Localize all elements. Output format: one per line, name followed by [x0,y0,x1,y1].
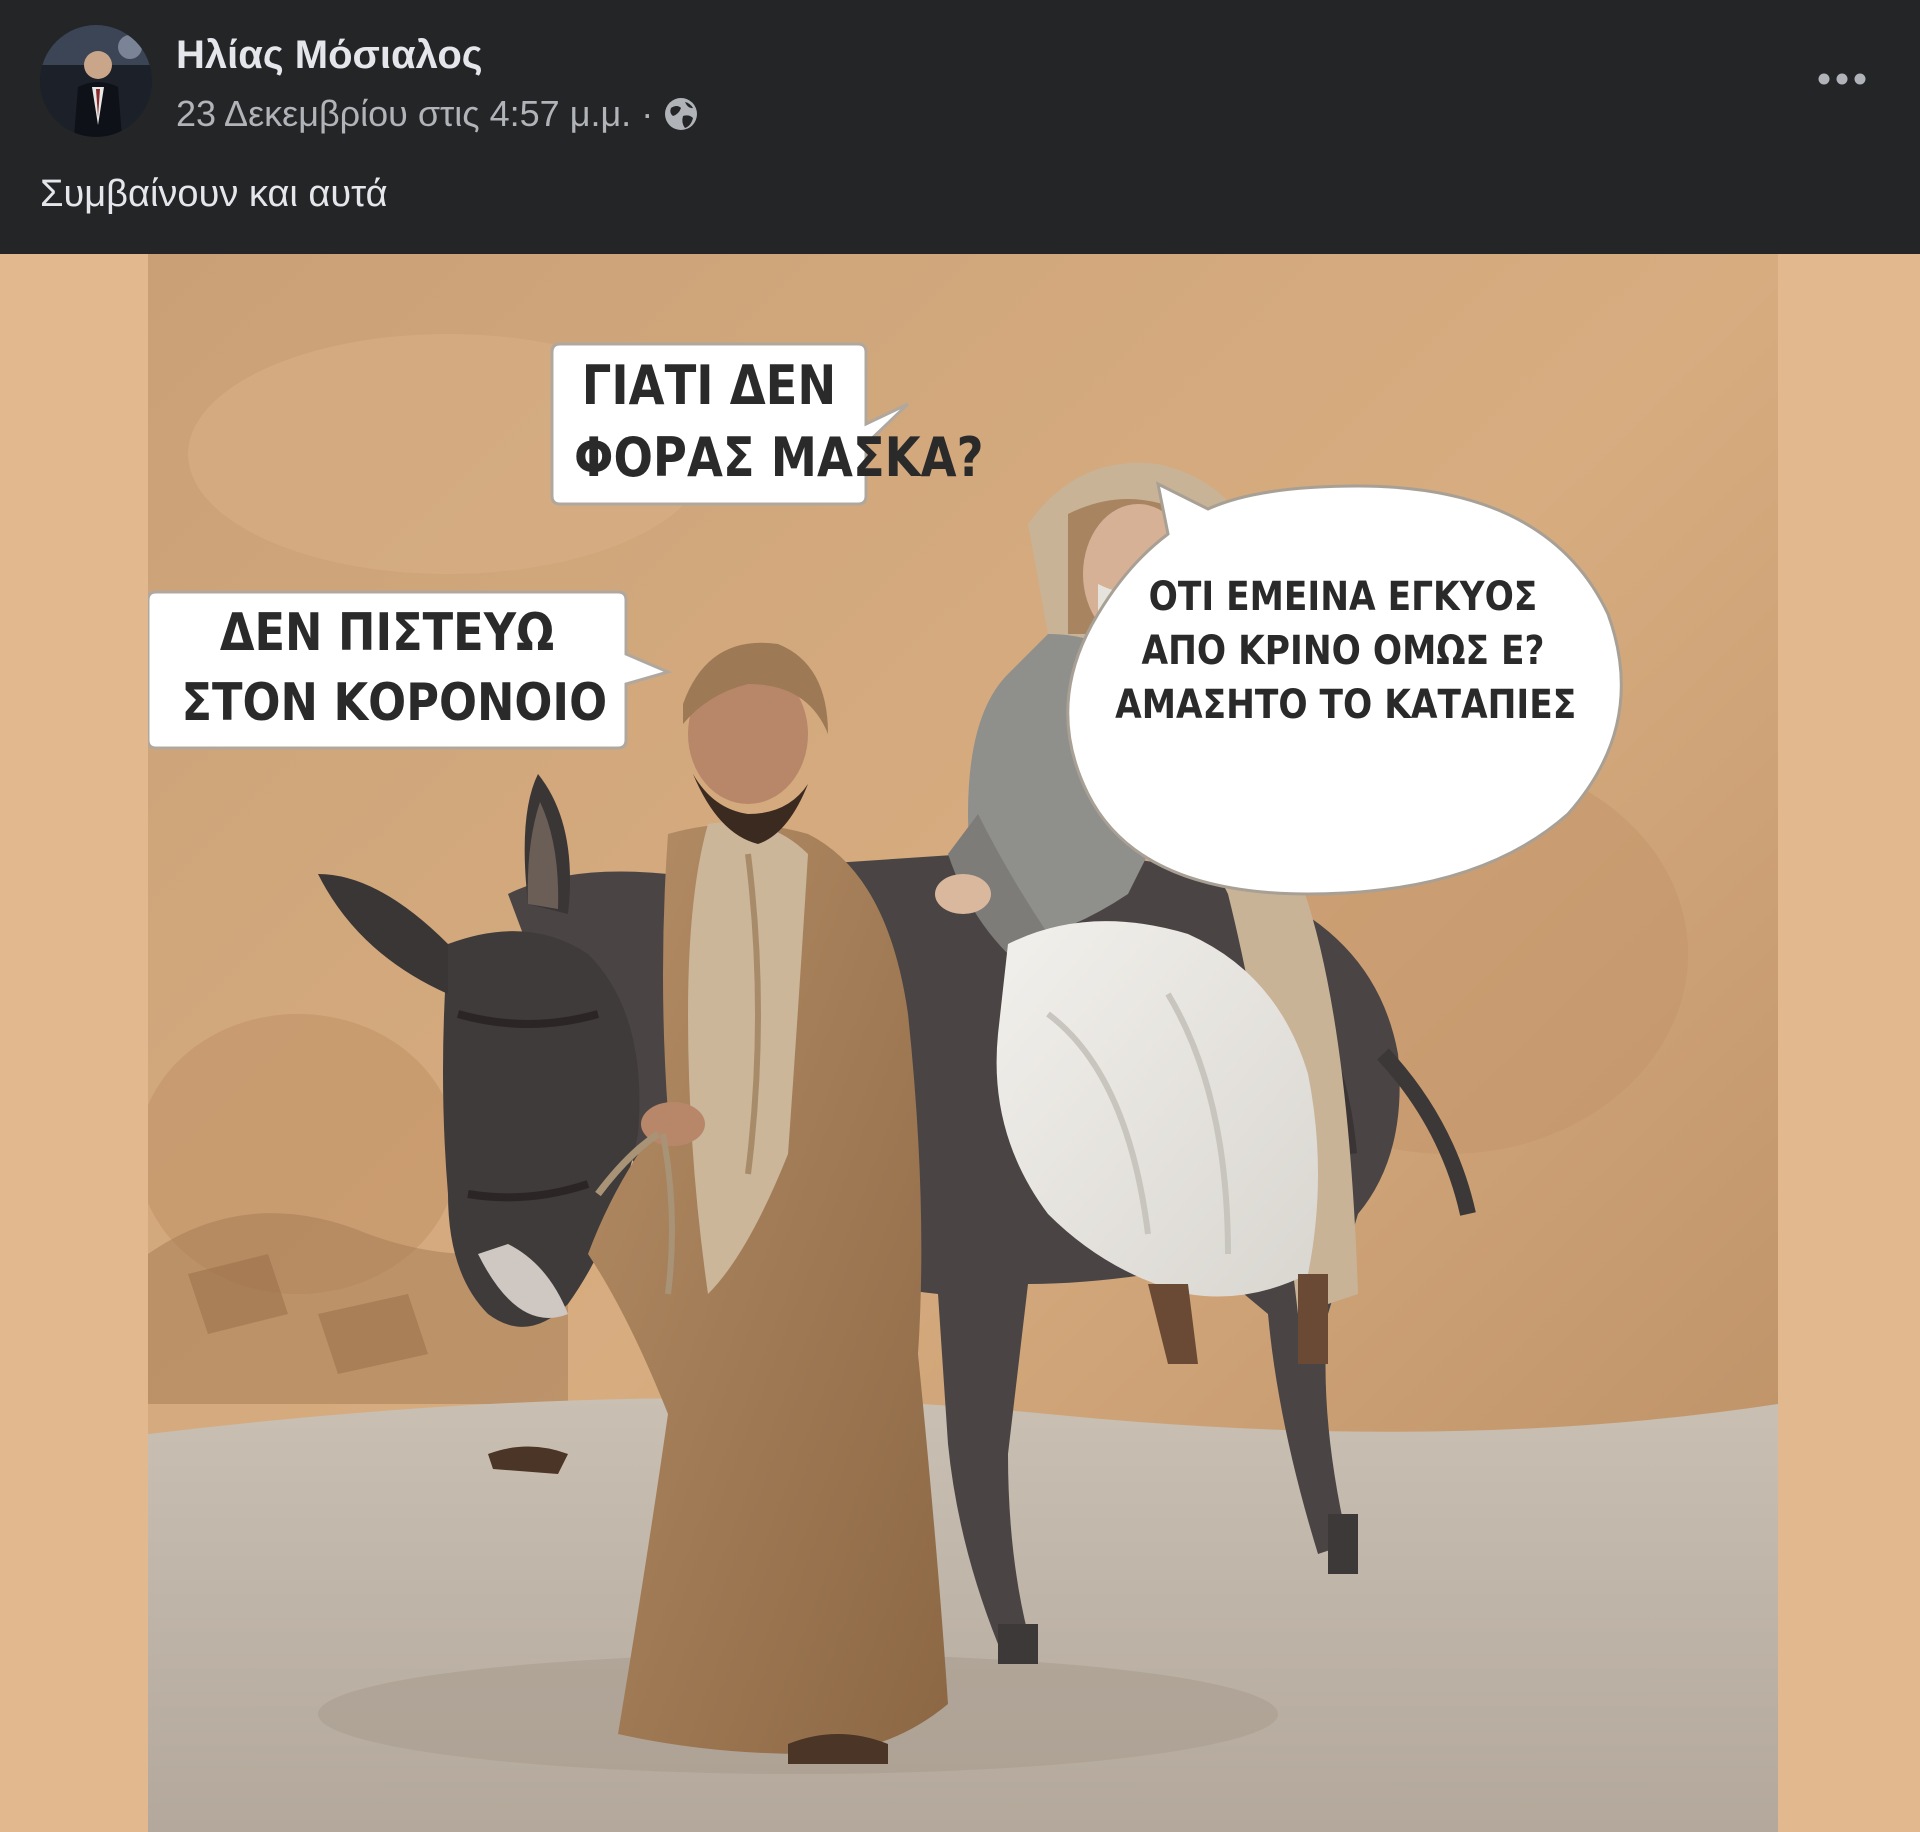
post-timestamp[interactable]: 23 Δεκεμβρίου στις 4:57 μ.μ. [176,93,631,135]
bubble-top-line-2: ΦΟΡΑΣ ΜΑΣΚΑ? [573,426,984,489]
more-options-icon [1818,73,1866,85]
meme-image[interactable]: ΓΙΑΤΙ ΔΕΝ ΦΟΡΑΣ ΜΑΣΚΑ? ΔΕΝ ΠΙΣΤΕΥΩ ΣΤΟΝ … [148,254,1778,1832]
meme-illustration [148,254,1778,1832]
bubble-left-line-1: ΔΕΝ ΠΙΣΤΕΥΩ [219,603,555,663]
bubble-right-line-1: ΟΤΙ ΕΜΕΙΝΑ ΕΓΚΥΟΣ [1148,574,1538,620]
meta-separator: · [641,93,654,134]
post-text: Συμβαίνουν και αυτά [40,173,388,215]
speech-bubble-top: ΓΙΑΤΙ ΔΕΝ ΦΟΡΑΣ ΜΑΣΚΑ? [573,350,984,494]
bubble-right-line-2: ΑΠΟ ΚΡΙΝΟ ΟΜΩΣ Ε? [1141,628,1545,674]
bubble-top-line-1: ΓΙΑΤΙ ΔΕΝ [581,354,837,417]
speech-bubble-right: ΟΤΙ ΕΜΕΙΝΑ ΕΓΚΥΟΣ ΑΠΟ ΚΡΙΝΟ ΟΜΩΣ Ε? ΑΜΑΣ… [1115,570,1577,732]
bubble-right-line-3: ΑΜΑΣΗΤΟ ΤΟ ΚΑΤΑΠΙΕΣ [1115,682,1577,728]
globe-icon[interactable] [663,96,699,132]
speech-bubble-left: ΔΕΝ ΠΙΣΤΕΥΩ ΣΤΟΝ ΚΟΡΟΝΟΙΟ [181,598,608,738]
bubble-left-line-2: ΣΤΟΝ ΚΟΡΟΝΟΙΟ [181,673,608,733]
more-options-button[interactable] [1804,54,1880,104]
post-meta: 23 Δεκεμβρίου στις 4:57 μ.μ. · [176,90,699,138]
author-avatar[interactable] [40,25,152,137]
avatar-image [40,25,152,137]
post-header: Ηλίας Μόσιαλος 23 Δεκεμβρίου στις 4:57 μ… [0,0,1920,254]
author-name[interactable]: Ηλίας Μόσιαλος [176,30,483,80]
post-media[interactable]: ΓΙΑΤΙ ΔΕΝ ΦΟΡΑΣ ΜΑΣΚΑ? ΔΕΝ ΠΙΣΤΕΥΩ ΣΤΟΝ … [0,254,1920,1832]
